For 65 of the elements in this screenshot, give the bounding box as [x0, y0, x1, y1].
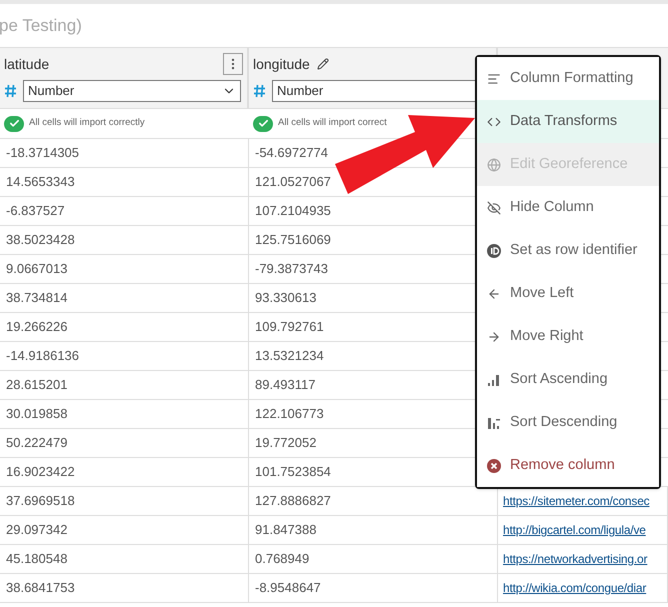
table-cell-text: 101.7523854 [255, 463, 331, 482]
menu-item[interactable]: Remove column [477, 444, 659, 487]
table-cell-text: 89.493117 [255, 376, 316, 394]
column-menu-button[interactable] [223, 53, 243, 75]
table-cell-text: -54.6972774 [255, 144, 328, 162]
table-cell-text: -6.837527 [6, 202, 65, 220]
table-cell-text: 28.615201 [6, 376, 68, 394]
number-type-icon [253, 84, 266, 98]
table-cell-text: -8.9548647 [255, 579, 321, 598]
check-icon [253, 116, 273, 132]
column-name: longitude [253, 54, 310, 74]
number-type-icon [4, 84, 17, 98]
import-status: All cells will import correctly [29, 116, 145, 130]
url-link[interactable]: http://bigcartel.com/ligula/ve [503, 521, 646, 539]
table-cell-text: 30.019858 [6, 405, 68, 424]
table-cell-text: 16.9023422 [6, 463, 75, 482]
sort-descending-icon [487, 416, 501, 430]
id-icon [487, 244, 501, 258]
table-cell-text: 13.5321234 [255, 347, 324, 366]
menu-item[interactable]: Sort Descending [477, 401, 659, 444]
url-link[interactable]: https://networkadvertising.or [503, 550, 648, 568]
page-title: pe Testing) [0, 14, 82, 37]
table-cell-text: 121.0527067 [255, 173, 331, 192]
table-cell-text: -79.3873743 [255, 260, 328, 278]
menu-item[interactable]: Move Right [477, 315, 659, 358]
table-cell-text: 127.8886827 [255, 492, 331, 510]
table-cell-text: 109.792761 [255, 318, 324, 336]
table-cell-text: 122.106773 [255, 405, 324, 424]
column-name: latitude [4, 54, 50, 74]
table-cell-text: 19.266226 [6, 318, 68, 336]
table-cell-text: 107.2104935 [255, 202, 331, 220]
lines-icon [487, 72, 501, 86]
menu-item[interactable]: Move Left [477, 272, 659, 315]
table-cell-text: 50.222479 [6, 434, 68, 452]
url-link[interactable]: http://wikia.com/congue/diar [503, 579, 646, 597]
menu-item[interactable]: Column Formatting [477, 57, 659, 100]
hide-icon [487, 200, 501, 214]
table-cell-text: -14.9186136 [6, 347, 80, 366]
type-dropdown[interactable]: Number [23, 80, 241, 102]
table-cell-text: 45.180548 [6, 550, 68, 568]
menu-item[interactable]: Hide Column [477, 186, 659, 229]
table-cell-text: 91.847388 [255, 521, 316, 540]
table-cell-text: 29.097342 [6, 521, 68, 540]
table-cell-text: 125.7516069 [255, 231, 331, 250]
menu-item[interactable]: Sort Ascending [477, 358, 659, 401]
table-cell-text: -18.3714305 [6, 144, 80, 162]
menu-item[interactable]: Set as row identifier [477, 229, 659, 272]
table-cell-text: 38.734814 [6, 289, 68, 308]
table-cell-text: 9.0667013 [6, 260, 68, 278]
check-icon [4, 116, 24, 132]
url-link[interactable]: https://sitemeter.com/consec [503, 492, 650, 510]
table-cell-text: 14.5653343 [6, 173, 75, 192]
remove-icon [487, 458, 501, 472]
import-status: All cells will import correct [278, 116, 387, 130]
table-cell-text: 0.768949 [255, 550, 310, 568]
globe-icon [487, 158, 501, 172]
table-cell-text: 37.6969518 [6, 492, 75, 510]
table-cell-text: 19.772052 [255, 434, 316, 452]
table-cell-text: 38.5023428 [6, 231, 75, 250]
arrow-right-icon [487, 330, 501, 344]
table-cell-text: 93.330613 [255, 289, 316, 308]
menu-item[interactable]: Data Transforms [477, 100, 659, 143]
sort-ascending-icon [487, 372, 501, 386]
table-cell-text: 38.6841753 [6, 579, 75, 598]
pencil-icon [316, 58, 329, 70]
